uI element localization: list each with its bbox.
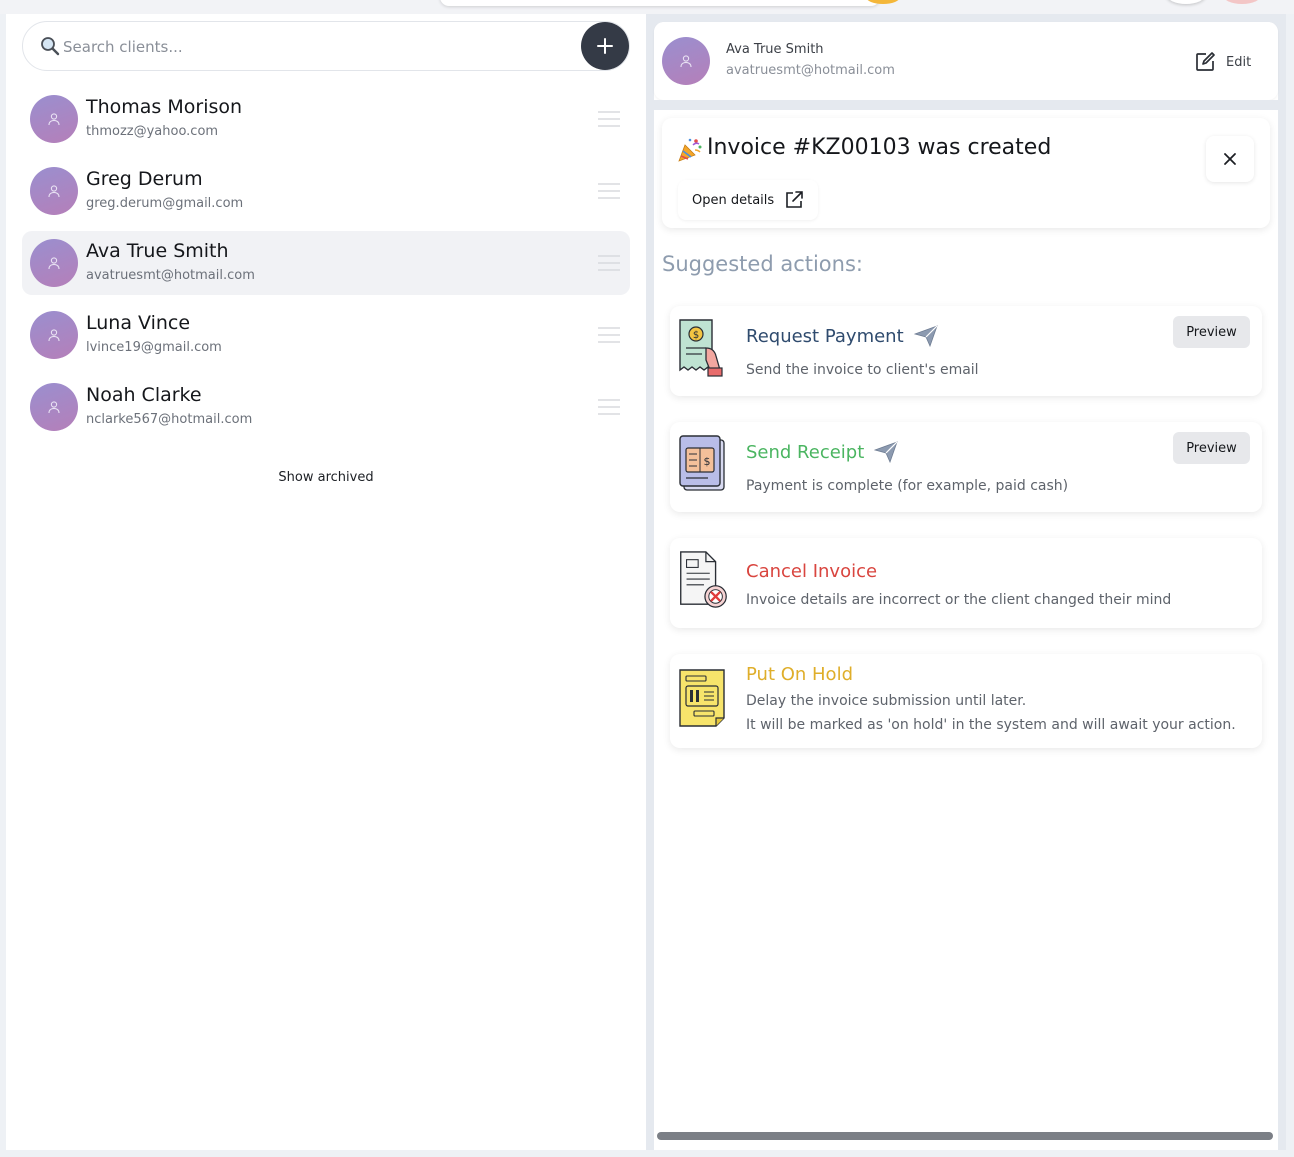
toast-title: Invoice #KZ00103 was created	[707, 135, 1052, 160]
client-name: Ava True Smith	[86, 240, 229, 262]
action-title: Request Payment	[746, 325, 938, 347]
on-hold-icon	[679, 669, 725, 727]
plus-icon	[597, 38, 613, 54]
edit-button[interactable]: Edit	[1194, 50, 1251, 74]
avatar	[30, 167, 78, 215]
header-client-email: avatruesmt@hotmail.com	[726, 63, 895, 78]
action-send-receipt[interactable]: $ Send Receipt Payment is complete (for …	[670, 422, 1262, 512]
user-icon	[48, 113, 60, 126]
send-icon	[874, 441, 898, 463]
add-client-button[interactable]	[581, 22, 629, 70]
top-search-pill[interactable]	[440, 0, 880, 6]
avatar	[30, 239, 78, 287]
receipt-icon: $	[679, 435, 725, 491]
user-icon	[48, 185, 60, 198]
send-icon	[913, 325, 938, 347]
action-title: Put On Hold	[746, 664, 853, 685]
drag-handle-icon[interactable]	[598, 181, 620, 201]
suggested-actions-heading: Suggested actions:	[662, 252, 863, 276]
action-description: Send the invoice to client's email	[746, 362, 979, 378]
client-row[interactable]: Luna Vince lvince19@gmail.com	[22, 303, 630, 367]
top-avatar[interactable]	[1222, 0, 1262, 4]
client-row[interactable]: Greg Derum greg.derum@gmail.com	[22, 159, 630, 223]
section-divider	[654, 100, 1278, 110]
drag-handle-icon[interactable]	[598, 325, 620, 345]
invoice-panel-content: Ava True Smith avatruesmt@hotmail.com Ed…	[654, 22, 1278, 1150]
client-email: lvince19@gmail.com	[86, 340, 222, 355]
action-title: Send Receipt	[746, 441, 898, 463]
user-icon	[48, 329, 60, 342]
user-icon	[680, 55, 692, 68]
invoice-created-toast: Invoice #KZ00103 was created Open detail…	[662, 118, 1270, 228]
avatar	[662, 37, 710, 85]
preview-button[interactable]: Preview	[1173, 316, 1250, 348]
client-email: nclarke567@hotmail.com	[86, 412, 253, 427]
drag-handle-icon[interactable]	[598, 253, 620, 273]
client-list: Thomas Morison thmozz@yahoo.com Greg Der…	[22, 87, 630, 447]
invoice-payment-icon: $	[679, 319, 723, 377]
action-description: Delay the invoice submission until later…	[746, 693, 1027, 709]
user-icon	[48, 257, 60, 270]
action-description: Payment is complete (for example, paid c…	[746, 478, 1069, 494]
action-cancel-invoice[interactable]: Cancel Invoice Invoice details are incor…	[670, 538, 1262, 628]
user-icon	[48, 401, 60, 414]
client-name: Greg Derum	[86, 168, 203, 190]
show-archived-link[interactable]: Show archived	[6, 470, 646, 485]
action-description-secondary: It will be marked as 'on hold' in the sy…	[746, 717, 1236, 733]
search-icon	[41, 37, 60, 56]
avatar	[30, 383, 78, 431]
action-put-on-hold[interactable]: Put On Hold Delay the invoice submission…	[670, 654, 1262, 748]
client-name: Luna Vince	[86, 312, 191, 334]
action-request-payment[interactable]: $ Request Payment Send the invoice to cl…	[670, 306, 1262, 396]
top-bar	[0, 0, 1294, 14]
search-input[interactable]	[63, 34, 563, 60]
open-details-button[interactable]: Open details	[678, 180, 819, 220]
horizontal-scrollbar[interactable]	[657, 1132, 1273, 1140]
avatar	[30, 311, 78, 359]
drag-handle-icon[interactable]	[598, 109, 620, 129]
close-button[interactable]	[1206, 136, 1254, 182]
header-client-name: Ava True Smith	[726, 42, 824, 57]
top-icon-button[interactable]	[1166, 0, 1206, 4]
client-name: Noah Clarke	[86, 384, 202, 406]
client-email: avatruesmt@hotmail.com	[86, 268, 255, 283]
action-description: Invoice details are incorrect or the cli…	[746, 592, 1172, 608]
search-box	[22, 21, 630, 71]
client-email: greg.derum@gmail.com	[86, 196, 244, 211]
action-title-text: Request Payment	[746, 325, 904, 347]
client-header: Ava True Smith avatruesmt@hotmail.com Ed…	[654, 22, 1278, 100]
action-title-text: Put On Hold	[746, 664, 853, 685]
invoice-panel: Ava True Smith avatruesmt@hotmail.com Ed…	[646, 14, 1286, 1150]
open-details-label: Open details	[692, 192, 775, 208]
party-popper-icon	[678, 138, 702, 162]
external-link-icon	[786, 191, 803, 208]
svg-text:$: $	[704, 455, 711, 468]
cancel-invoice-icon	[680, 551, 727, 608]
drag-handle-icon[interactable]	[598, 397, 620, 417]
client-row-selected[interactable]: Ava True Smith avatruesmt@hotmail.com	[22, 231, 630, 295]
client-email: thmozz@yahoo.com	[86, 124, 219, 139]
edit-label: Edit	[1226, 54, 1252, 70]
action-title-text: Send Receipt	[746, 441, 865, 463]
svg-text:$: $	[693, 330, 699, 341]
edit-icon	[1196, 52, 1215, 71]
clients-panel: Thomas Morison thmozz@yahoo.com Greg Der…	[6, 14, 646, 1150]
client-row[interactable]: Noah Clarke nclarke567@hotmail.com	[22, 375, 630, 439]
close-icon	[1224, 153, 1236, 165]
action-title-text: Cancel Invoice	[746, 561, 878, 582]
client-name: Thomas Morison	[86, 96, 243, 118]
action-title: Cancel Invoice	[746, 561, 877, 582]
client-row[interactable]: Thomas Morison thmozz@yahoo.com	[22, 87, 630, 151]
preview-button[interactable]: Preview	[1173, 432, 1250, 464]
avatar	[30, 95, 78, 143]
